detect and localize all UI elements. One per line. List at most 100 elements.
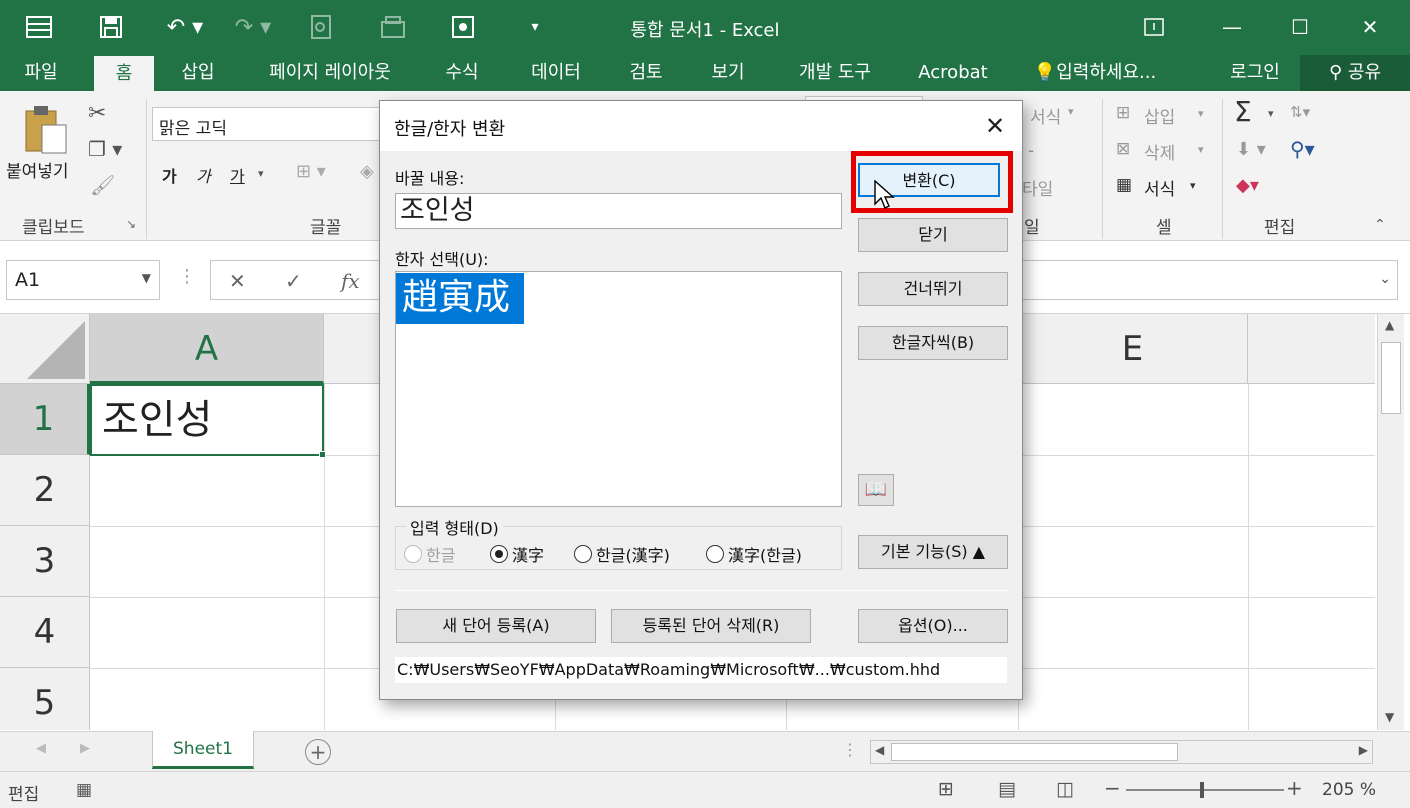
cut-icon[interactable]: ✂ — [88, 101, 106, 126]
insert-cells-label[interactable]: 삽입 — [1144, 103, 1175, 128]
find-select-icon[interactable]: ⚲▾ — [1290, 137, 1315, 161]
fill-handle[interactable] — [319, 451, 326, 458]
scroll-down-icon[interactable]: ▼ — [1385, 710, 1394, 724]
format-cells-icon[interactable]: ▦ — [1116, 175, 1132, 195]
autosum-dropdown-icon[interactable]: ▾ — [1268, 107, 1274, 120]
horizontal-scroll-thumb[interactable] — [891, 743, 1178, 761]
page-layout-view-icon[interactable]: ▤ — [998, 778, 1016, 800]
table-view-icon[interactable] — [22, 12, 56, 42]
underline-button[interactable]: 가 — [230, 163, 245, 187]
vertical-scrollbar[interactable]: ▲ ▼ — [1377, 314, 1404, 730]
autosum-icon[interactable]: Σ — [1234, 95, 1252, 128]
row-header-5[interactable]: 5 — [0, 668, 90, 730]
minimize-icon[interactable]: — — [1212, 10, 1252, 44]
delete-word-button[interactable]: 등록된 단어 삭제(R) — [611, 609, 811, 643]
tab-formulas[interactable]: 수식 — [432, 55, 492, 91]
signin-link[interactable]: 로그인 — [1218, 55, 1292, 91]
select-all-button[interactable] — [0, 314, 90, 384]
tab-insert[interactable]: 삽입 — [168, 55, 228, 91]
add-sheet-icon[interactable]: + — [305, 739, 331, 765]
close-button[interactable]: 닫기 — [858, 218, 1008, 252]
insert-dropdown-icon[interactable]: ▾ — [1198, 107, 1204, 120]
cancel-icon[interactable]: ✕ — [229, 269, 246, 293]
tab-acrobat[interactable]: Acrobat — [908, 55, 998, 91]
redo-icon[interactable]: ↷ ▾ — [228, 12, 278, 42]
scroll-up-icon[interactable]: ▲ — [1385, 318, 1394, 332]
print-preview-icon[interactable] — [306, 12, 336, 42]
dialog-close-icon[interactable]: ✕ — [978, 109, 1012, 143]
tab-page-layout[interactable]: 페이지 레이아웃 — [250, 55, 410, 91]
tell-me-search[interactable]: 💡입력하세요... — [1030, 55, 1160, 91]
row-header-3[interactable]: 3 — [0, 526, 90, 597]
italic-button[interactable]: 가 — [196, 163, 211, 187]
sheet-tab-sheet1[interactable]: Sheet1 — [152, 731, 254, 769]
name-box-dropdown-icon[interactable]: ▼ — [142, 271, 151, 285]
single-char-button[interactable]: 한글자씩(B) — [858, 326, 1008, 360]
next-sheet-icon[interactable]: ▶ — [80, 741, 90, 756]
save-icon[interactable] — [94, 12, 128, 42]
tab-split-grip-icon[interactable]: ⋮ — [842, 740, 858, 759]
clipboard-launcher-icon[interactable]: ↘ — [126, 217, 136, 231]
cell-a1[interactable]: 조인성 — [90, 384, 324, 456]
horizontal-scrollbar[interactable]: ◀ ▶ — [870, 740, 1373, 764]
tab-review[interactable]: 검토 — [616, 55, 676, 91]
maximize-icon[interactable]: ☐ — [1280, 10, 1320, 44]
column-header-f[interactable]: F — [1248, 314, 1375, 384]
undo-icon[interactable]: ↶ ▾ — [160, 12, 210, 42]
share-button[interactable]: ⚲ 공유 — [1300, 55, 1410, 91]
row-header-2[interactable]: 2 — [0, 455, 90, 526]
column-header-a[interactable]: A — [90, 314, 324, 384]
format-cells-label[interactable]: 서식 — [1144, 175, 1175, 200]
radio-hangul[interactable]: 한글 — [404, 542, 455, 566]
tab-view[interactable]: 보기 — [698, 55, 758, 91]
form-icon[interactable] — [378, 12, 408, 42]
tab-developer[interactable]: 개발 도구 — [780, 55, 890, 91]
prev-sheet-icon[interactable]: ◀ — [36, 741, 46, 756]
copy-icon[interactable]: ❐ ▾ — [88, 137, 122, 161]
replace-input[interactable]: 조인성 — [395, 193, 842, 229]
zoom-out-icon[interactable]: − — [1104, 776, 1121, 800]
zoom-level[interactable]: 205 % — [1322, 780, 1376, 800]
skip-button[interactable]: 건너뛰기 — [858, 272, 1008, 306]
tab-file[interactable]: 파일 — [8, 55, 74, 91]
fill-color-icon[interactable]: ◈ — [360, 161, 374, 182]
close-window-icon[interactable]: ✕ — [1350, 10, 1390, 44]
delete-dropdown-icon[interactable]: ▾ — [1198, 143, 1204, 156]
vertical-scroll-thumb[interactable] — [1381, 342, 1401, 414]
underline-dropdown-icon[interactable]: ▾ — [258, 167, 264, 180]
scroll-left-icon[interactable]: ◀ — [875, 743, 884, 757]
paste-icon[interactable] — [22, 103, 72, 155]
insert-function-icon[interactable]: fx — [341, 269, 360, 293]
customize-quick-access-icon[interactable]: ▾ — [522, 12, 548, 42]
border-icon[interactable]: ⊞ ▾ — [296, 161, 326, 182]
fill-icon[interactable]: ⬇ ▾ — [1236, 139, 1266, 160]
hanja-list[interactable]: 趙寅成 — [395, 271, 842, 507]
macro-recording-icon[interactable]: ▦ — [76, 780, 92, 800]
zoom-slider-thumb[interactable] — [1200, 782, 1204, 798]
sort-filter-icon[interactable]: ⇅▾ — [1290, 103, 1310, 121]
row-header-4[interactable]: 4 — [0, 597, 90, 668]
zoom-in-icon[interactable]: + — [1286, 776, 1303, 800]
row-header-1[interactable]: 1 — [0, 384, 90, 455]
collapse-ribbon-icon[interactable]: ⌃ — [1374, 217, 1386, 233]
paste-label[interactable]: 붙여넣기 — [6, 157, 69, 182]
cell-styles-label[interactable]: 타일 — [1022, 175, 1053, 200]
dictionary-book-icon[interactable]: 📖 — [858, 474, 894, 506]
scroll-right-icon[interactable]: ▶ — [1359, 743, 1368, 757]
column-header-e[interactable]: E — [1018, 314, 1248, 384]
insert-cells-icon[interactable]: ⊞ — [1116, 103, 1130, 123]
basic-features-button[interactable]: 기본 기능(S) ▲ — [858, 535, 1008, 569]
format-painter-icon[interactable]: 🖌 — [90, 173, 115, 197]
delete-cells-icon[interactable]: ⊠ — [1116, 139, 1130, 159]
page-break-view-icon[interactable]: ◫ — [1056, 778, 1074, 800]
name-box[interactable]: A1 ▼ — [6, 260, 160, 300]
radio-hangul-hanja[interactable]: 한글(漢字) — [574, 542, 670, 566]
radio-hanja-hangul[interactable]: 漢字(한글) — [706, 542, 802, 566]
bold-button[interactable]: 가 — [162, 163, 177, 187]
clear-icon[interactable]: ◆▾ — [1236, 175, 1259, 196]
enter-icon[interactable]: ✓ — [285, 269, 302, 293]
hanja-option-selected[interactable]: 趙寅成 — [396, 273, 524, 324]
options-button[interactable]: 옵션(O)... — [858, 609, 1008, 643]
macro-icon[interactable] — [448, 12, 478, 42]
format-dropdown-icon[interactable]: ▾ — [1190, 179, 1196, 192]
